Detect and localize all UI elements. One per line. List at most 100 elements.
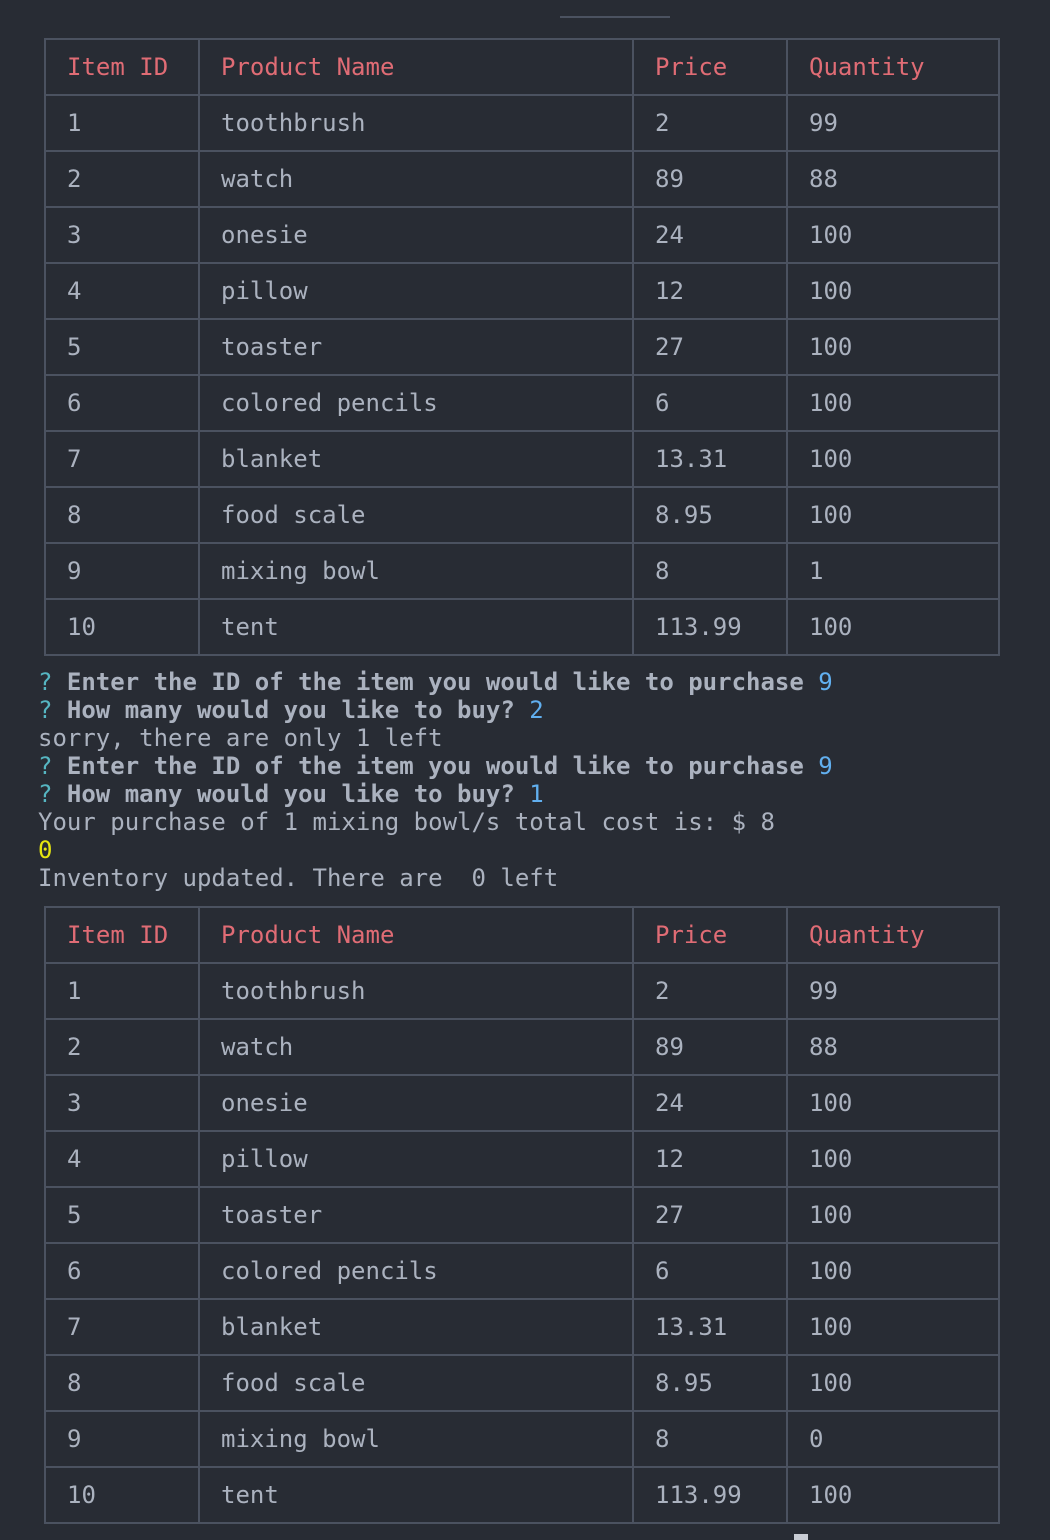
cell-price: 113.99 <box>632 1466 788 1524</box>
cell-price: 24 <box>632 206 788 264</box>
scroll-indicator <box>560 16 670 18</box>
cell-quantity: 100 <box>786 318 1000 376</box>
table-row: 10 tent 113.99 100 <box>44 598 1000 656</box>
cell-product-name: tent <box>198 1466 634 1524</box>
cell-item-id: 4 <box>44 262 200 320</box>
cell-quantity: 99 <box>786 94 1000 152</box>
table-row: 2 watch 89 88 <box>44 150 1000 208</box>
cell-quantity: 100 <box>786 486 1000 544</box>
answer-id: 9 <box>818 668 833 696</box>
cell-product-name: food scale <box>198 486 634 544</box>
table-row: 4 pillow 12 100 <box>44 1130 1000 1188</box>
cell-item-id: 3 <box>44 1074 200 1132</box>
cell-quantity: 100 <box>786 598 1000 656</box>
cell-quantity: 88 <box>786 1018 1000 1076</box>
table-row: 3 onesie 24 100 <box>44 206 1000 264</box>
cell-product-name: mixing bowl <box>198 1410 634 1468</box>
terminal-cursor <box>794 1534 808 1540</box>
table-row: 9 mixing bowl 8 1 <box>44 542 1000 600</box>
cell-item-id: 7 <box>44 430 200 488</box>
cell-product-name: toaster <box>198 318 634 376</box>
header-price: Price <box>632 38 788 96</box>
cell-product-name: onesie <box>198 1074 634 1132</box>
table-row: 10 tent 113.99 100 <box>44 1466 1000 1524</box>
cell-quantity: 100 <box>786 1466 1000 1524</box>
cell-product-name: toothbrush <box>198 94 634 152</box>
cell-item-id: 10 <box>44 1466 200 1524</box>
cell-price: 27 <box>632 1186 788 1244</box>
cell-price: 6 <box>632 374 788 432</box>
cell-quantity: 100 <box>786 1074 1000 1132</box>
cell-price: 24 <box>632 1074 788 1132</box>
cell-product-name: pillow <box>198 262 634 320</box>
prompt-mark: ? <box>38 668 53 696</box>
purchase-summary: Your purchase of 1 mixing bowl/s total c… <box>38 808 775 836</box>
cell-item-id: 4 <box>44 1130 200 1188</box>
cell-price: 6 <box>632 1242 788 1300</box>
cell-product-name: onesie <box>198 206 634 264</box>
inventory-table-before: Item ID Product Name Price Quantity 1 too… <box>44 38 1000 656</box>
table-row: 4 pillow 12 100 <box>44 262 1000 320</box>
cell-quantity: 99 <box>786 962 1000 1020</box>
cell-product-name: watch <box>198 1018 634 1076</box>
cell-item-id: 7 <box>44 1298 200 1356</box>
header-quantity: Quantity <box>786 38 1000 96</box>
header-item-id: Item ID <box>44 38 200 96</box>
cell-item-id: 1 <box>44 962 200 1020</box>
table-row: 3 onesie 24 100 <box>44 1074 1000 1132</box>
cell-item-id: 5 <box>44 318 200 376</box>
cell-product-name: tent <box>198 598 634 656</box>
table-row: 2 watch 89 88 <box>44 1018 1000 1076</box>
cell-product-name: pillow <box>198 1130 634 1188</box>
prompt-id-text: Enter the ID of the item you would like … <box>66 668 804 696</box>
cell-price: 8 <box>632 1410 788 1468</box>
cell-quantity: 100 <box>786 374 1000 432</box>
cell-item-id: 8 <box>44 1354 200 1412</box>
cell-price: 2 <box>632 962 788 1020</box>
table-row: 8 food scale 8.95 100 <box>44 486 1000 544</box>
table-header-row: Item ID Product Name Price Quantity <box>44 38 1000 96</box>
table-row: 5 toaster 27 100 <box>44 318 1000 376</box>
cell-product-name: colored pencils <box>198 1242 634 1300</box>
cell-price: 13.31 <box>632 430 788 488</box>
cell-price: 12 <box>632 1130 788 1188</box>
cell-quantity: 100 <box>786 1242 1000 1300</box>
inventory-table-after: Item ID Product Name Price Quantity 1 too… <box>44 906 1000 1524</box>
answer-qty: 1 <box>529 780 544 808</box>
prompt-qty-text: How many would you like to buy? <box>66 780 515 808</box>
cell-quantity: 100 <box>786 1298 1000 1356</box>
cell-quantity: 100 <box>786 1130 1000 1188</box>
cell-product-name: blanket <box>198 1298 634 1356</box>
prompt-id-text: Enter the ID of the item you would like … <box>66 752 804 780</box>
table-row: 7 blanket 13.31 100 <box>44 1298 1000 1356</box>
cell-product-name: food scale <box>198 1354 634 1412</box>
prompt-mark: ? <box>38 752 53 780</box>
cell-item-id: 8 <box>44 486 200 544</box>
prompt-mark: ? <box>38 696 53 724</box>
cell-product-name: mixing bowl <box>198 542 634 600</box>
terminal-output: ? Enter the ID of the item you would lik… <box>38 668 1038 892</box>
cell-quantity: 1 <box>786 542 1000 600</box>
cell-price: 89 <box>632 1018 788 1076</box>
cell-price: 8 <box>632 542 788 600</box>
cell-product-name: toothbrush <box>198 962 634 1020</box>
remaining-value: 0 <box>38 836 53 864</box>
cell-price: 89 <box>632 150 788 208</box>
sorry-message: sorry, there are only 1 left <box>38 724 443 752</box>
cell-quantity: 88 <box>786 150 1000 208</box>
table-row: 6 colored pencils 6 100 <box>44 1242 1000 1300</box>
cell-item-id: 5 <box>44 1186 200 1244</box>
cell-price: 113.99 <box>632 598 788 656</box>
prompt-line-qty: ? How many would you like to buy? 1 <box>38 780 1038 808</box>
cell-product-name: toaster <box>198 1186 634 1244</box>
cell-item-id: 6 <box>44 374 200 432</box>
cell-quantity: 100 <box>786 262 1000 320</box>
cell-quantity: 100 <box>786 206 1000 264</box>
cell-item-id: 10 <box>44 598 200 656</box>
cell-item-id: 3 <box>44 206 200 264</box>
header-price: Price <box>632 906 788 964</box>
header-quantity: Quantity <box>786 906 1000 964</box>
cell-quantity: 0 <box>786 1410 1000 1468</box>
cell-price: 8.95 <box>632 1354 788 1412</box>
table-row: 1 toothbrush 2 99 <box>44 94 1000 152</box>
